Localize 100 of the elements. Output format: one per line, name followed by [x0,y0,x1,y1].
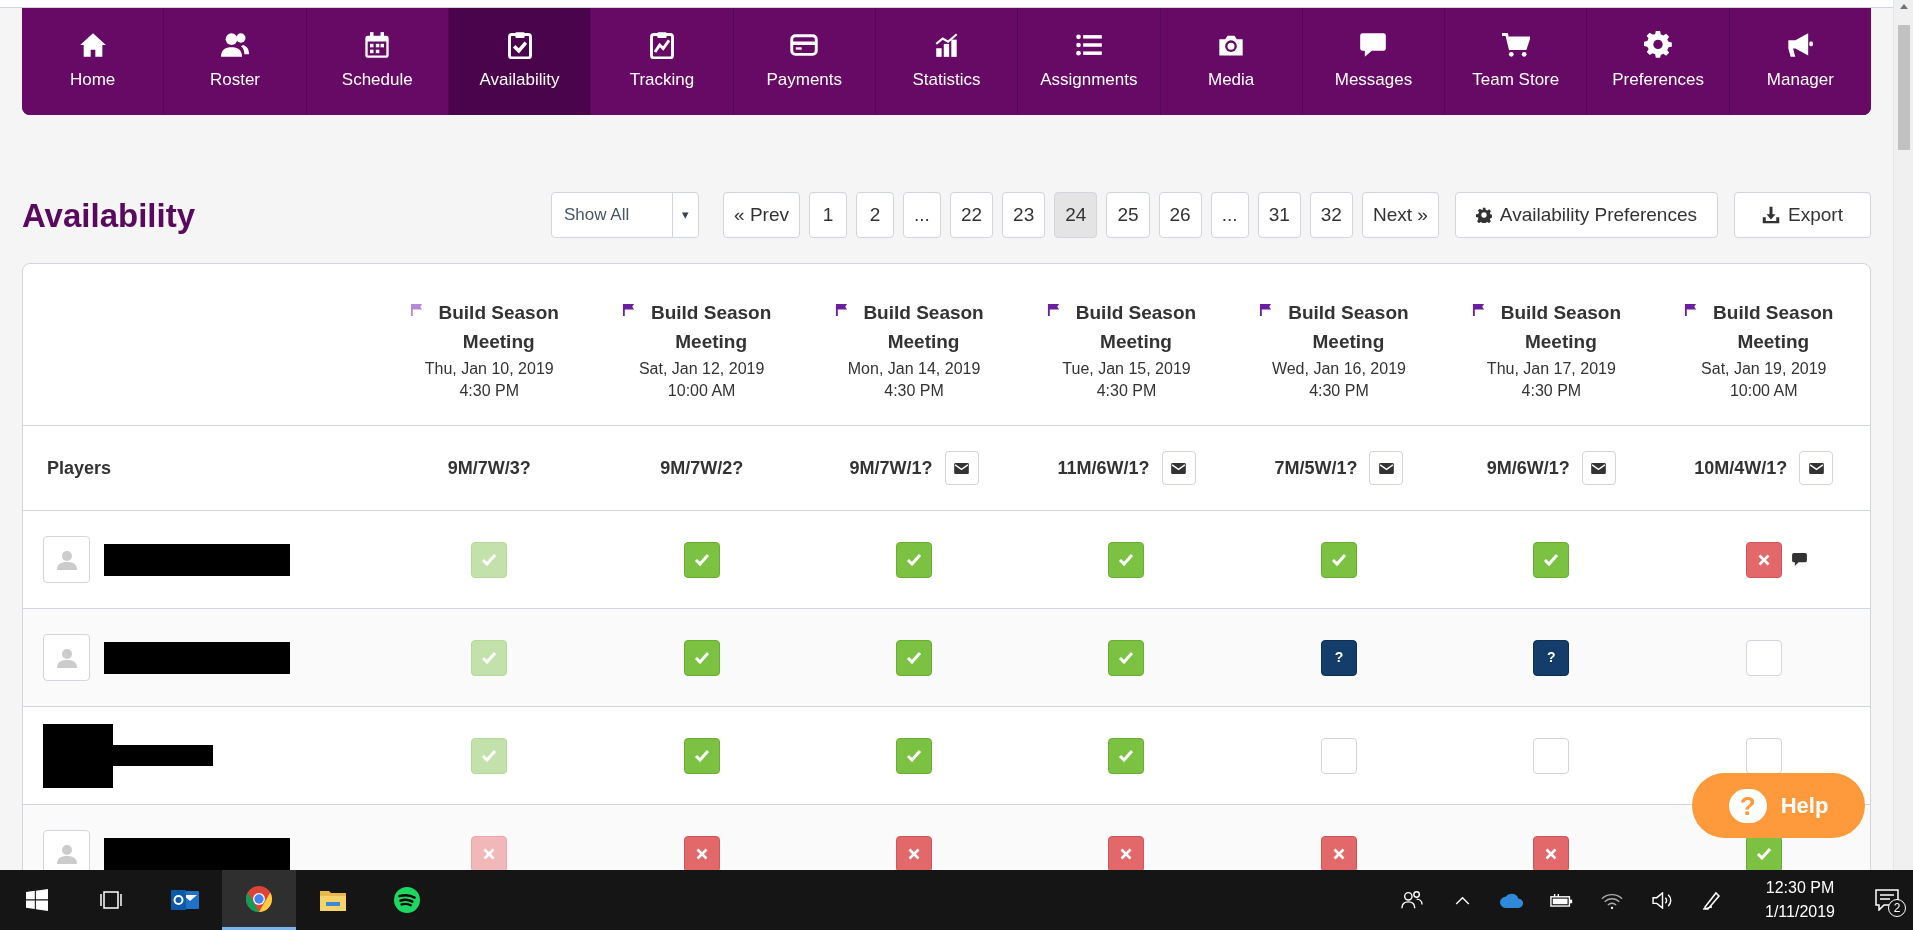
attendance-count: 9M/7W/3? [447,456,531,480]
availability-checkbox[interactable] [1320,835,1357,870]
availability-checkbox[interactable]: ? [1533,639,1570,676]
page-button[interactable]: « Prev [723,192,800,238]
event-title[interactable]: Build Season Meeting [428,298,569,356]
availability-checkbox[interactable] [896,541,933,578]
email-button[interactable] [1581,451,1616,485]
availability-checkbox[interactable] [1108,835,1145,870]
event-title[interactable]: Build Season Meeting [853,298,994,356]
event-time: 4:30 PM [1521,381,1582,401]
checkmark-icon [481,649,498,666]
event-title[interactable]: Build Season Meeting [1490,298,1631,356]
availability-checkbox[interactable] [683,541,720,578]
clock-button[interactable]: 12:30 PM 1/11/2019 [1751,870,1849,930]
checkmark-icon [906,747,923,764]
page-button[interactable]: 32 [1309,192,1353,238]
checkmark-icon [693,649,710,666]
event-date: Mon, Jan 14, 2019 [847,359,981,379]
availability-checkbox[interactable] [471,639,508,676]
checkmark-icon [1755,845,1772,862]
availability-checkbox[interactable] [896,835,933,870]
page-button[interactable]: 25 [1106,192,1150,238]
people-icon [1401,890,1423,910]
scrollbar[interactable] [1893,0,1913,870]
shopping-cart-icon [1501,30,1530,59]
checkmark-icon [1118,649,1135,666]
availability-checkbox[interactable] [1320,541,1357,578]
availability-checkbox[interactable] [471,835,508,870]
page-button[interactable]: 1 [808,192,847,238]
download-icon [1762,206,1781,224]
chat-bubble-icon [1359,30,1388,59]
envelope-icon [1591,462,1607,474]
availability-checkbox[interactable] [896,639,933,676]
clipboard-check-icon [505,30,534,59]
availability-checkbox[interactable] [1108,541,1145,578]
checkmark-icon [481,551,498,568]
page-button[interactable]: 24 [1054,192,1098,238]
chrome-app-button[interactable] [222,870,296,930]
availability-checkbox[interactable] [471,541,508,578]
availability-checkbox[interactable] [683,639,720,676]
event-time: 10:00 AM [1729,381,1798,401]
page-button[interactable]: 2 [855,192,894,238]
gear-icon [1475,207,1492,223]
nav-tab[interactable]: Availability [448,8,592,115]
battery-icon [1550,892,1574,908]
availability-checkbox[interactable] [683,737,720,774]
x-icon [1332,847,1345,860]
clipboard-chart-icon [647,30,676,59]
calendar-icon [363,30,392,59]
file-explorer-icon [320,889,346,911]
checkmark-icon [693,747,710,764]
email-button[interactable] [944,451,979,485]
event-title[interactable]: Build Season Meeting [1066,298,1206,356]
checkmark-icon [906,551,923,568]
event-title[interactable]: Build Season Meeting [1278,298,1419,356]
availability-checkbox[interactable] [1108,639,1145,676]
event-date: Tue, Jan 15, 2019 [1062,359,1191,379]
gear-icon [1644,30,1673,59]
notification-icon [1875,889,1899,911]
availability-checkbox[interactable] [1108,737,1145,774]
page-button[interactable]: ... [902,192,941,238]
event-title[interactable]: Build Season Meeting [641,298,782,356]
availability-checkbox[interactable] [1533,835,1570,870]
column-header: Players [46,456,112,480]
export-button[interactable]: Export [1734,192,1871,238]
page-button[interactable]: ... [1210,192,1249,238]
nav-tab[interactable]: Home [22,8,165,115]
x-icon [483,847,496,860]
email-button[interactable] [1161,451,1196,485]
speaker-icon [1651,891,1673,909]
envelope-icon [1808,462,1824,474]
email-button[interactable] [1369,451,1404,485]
attendance-count: 9M/6W/1? [1486,456,1570,480]
page-button[interactable]: 22 [949,192,994,238]
email-button[interactable] [1799,451,1834,485]
envelope-icon [1378,462,1394,474]
availability-checkbox[interactable] [1745,541,1782,578]
wifi-icon [1601,891,1623,909]
checkmark-icon [1118,551,1135,568]
availability-checkbox[interactable] [896,737,933,774]
notifications-button[interactable]: 2 [1861,870,1913,930]
availability-checkbox[interactable] [1533,541,1570,578]
filter-dropdown[interactable]: Show All ▾ [551,192,700,238]
x-icon [1120,847,1133,860]
checkmark-icon [906,649,923,666]
page-button[interactable]: 23 [1002,192,1046,238]
checkmark-icon [481,747,498,764]
page-button[interactable]: 26 [1158,192,1202,238]
users-icon [220,30,249,59]
availability-checkbox[interactable] [683,835,720,870]
page-button[interactable]: 31 [1257,192,1301,238]
event-date: Sat, Jan 19, 2019 [1701,359,1827,379]
availability-preferences-button[interactable]: Availability Preferences [1454,192,1718,238]
event-title[interactable]: Build Season Meeting [1703,298,1844,356]
availability-checkbox[interactable] [471,737,508,774]
comment-icon[interactable] [1791,553,1807,566]
page-button[interactable]: Next » [1361,192,1439,238]
event-date: Thu, Jan 17, 2019 [1486,359,1616,379]
availability-checkbox[interactable]: ? [1320,639,1357,676]
question-bubble-icon: ? [1728,788,1767,823]
